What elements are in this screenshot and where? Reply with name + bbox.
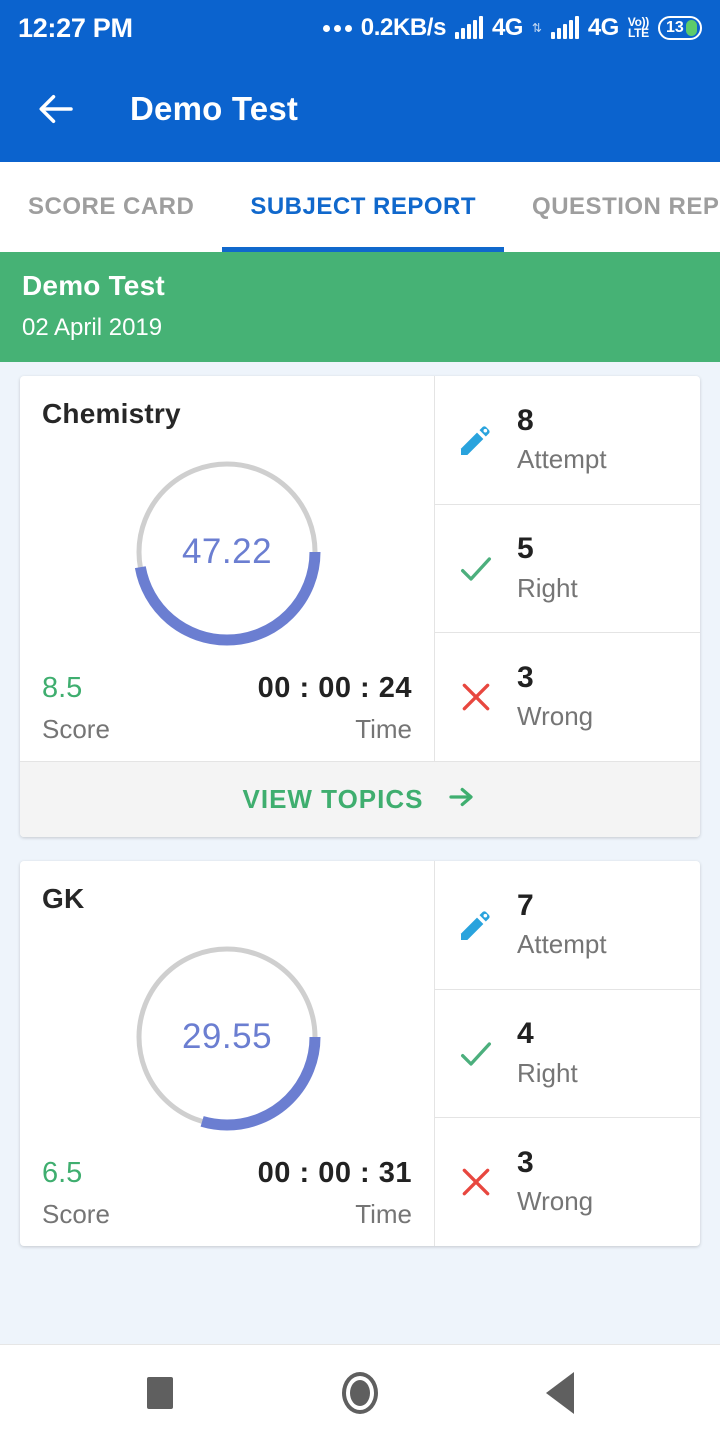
wrong-value: 3	[517, 1145, 534, 1179]
score-value: 6.5	[42, 1157, 83, 1189]
triangle-back-icon[interactable]	[530, 1363, 590, 1423]
percentage-donut-chart: 29.55	[127, 937, 327, 1137]
banner-test-name: Demo Test	[22, 270, 165, 301]
circle-home-icon[interactable]	[330, 1363, 390, 1423]
percentage-value: 47.22	[181, 532, 273, 571]
stat-row-wrong: 3 Wrong	[435, 633, 700, 761]
score-label: Score	[42, 714, 110, 744]
stat-text-right: 4 Right	[517, 1018, 578, 1089]
subject-card-summary: GK 29.55 6.5 Score 00: 00: 31 Time	[20, 861, 435, 1246]
score-label: Score	[42, 1199, 110, 1229]
tab-bar[interactable]: SCORE CARD SUBJECT REPORT QUESTION REPOR…	[0, 162, 720, 252]
status-bar-icons: 0.2KB/s 4G ⇅ 4G Vo)) LTE 13	[322, 14, 702, 42]
status-bar: 12:27 PM 0.2KB/s 4G ⇅ 4G Vo)) LTE 13	[0, 0, 720, 56]
right-value: 5	[517, 532, 534, 566]
attempt-value: 8	[517, 403, 534, 437]
signal-bars-sim1-icon	[455, 16, 484, 39]
stat-text-right: 5 Right	[517, 533, 578, 604]
percentage-value: 29.55	[181, 1017, 273, 1056]
right-value: 4	[517, 1017, 534, 1051]
subject-card-stats: 7 Attempt 4 Right 3 Wrong	[435, 861, 700, 1246]
pencil-icon	[453, 417, 499, 463]
check-icon	[453, 1031, 499, 1077]
wrong-value: 3	[517, 660, 534, 694]
subject-name: GK	[42, 883, 85, 914]
arrow-right-icon	[444, 782, 478, 817]
battery-fill	[686, 20, 697, 36]
check-icon	[453, 546, 499, 592]
time-label: Time	[355, 714, 412, 744]
cross-icon	[453, 1159, 499, 1205]
test-info-banner: Demo Test 02 April 2019	[0, 252, 720, 362]
score-donut-wrapper: 29.55	[42, 915, 412, 1147]
subject-card-summary: Chemistry 47.22 8.5 Score 00: 00: 24 T…	[20, 376, 435, 761]
network-type-sim1: 4G	[492, 14, 523, 41]
subject-card-body: Chemistry 47.22 8.5 Score 00: 00: 24 T…	[20, 376, 700, 761]
tab-question-report[interactable]: QUESTION REPORT	[504, 162, 720, 252]
network-speed-text: 0.2KB/s	[360, 14, 447, 41]
right-label: Right	[517, 572, 578, 603]
time-block: 00 : 00 : 24 Time	[258, 672, 412, 745]
right-label: Right	[517, 1057, 578, 1088]
volte-icon: Vo)) LTE	[627, 16, 650, 40]
phone-screen: 12:27 PM 0.2KB/s 4G ⇅ 4G Vo)) LTE 13 Dem…	[0, 0, 720, 1440]
cross-icon	[453, 674, 499, 720]
subject-cards-list[interactable]: Chemistry 47.22 8.5 Score 00: 00: 24 T…	[0, 362, 720, 1344]
subject-card-stats: 8 Attempt 5 Right 3 Wrong	[435, 376, 700, 761]
stat-row-attempt: 7 Attempt	[435, 861, 700, 990]
score-block: 8.5 Score	[42, 672, 110, 745]
battery-icon: 13	[658, 16, 702, 40]
stat-row-right: 4 Right	[435, 990, 700, 1119]
time-value: 00 : 00 : 31	[257, 1157, 412, 1189]
more-dots-icon	[322, 24, 352, 32]
square-recents-icon[interactable]	[130, 1363, 190, 1423]
banner-test-date: 02 April 2019	[22, 314, 163, 341]
attempt-label: Attempt	[517, 929, 607, 960]
score-value: 8.5	[42, 672, 83, 704]
score-time-row: 6.5 Score 00 : 00 : 31 Time	[42, 1147, 412, 1230]
wrong-label: Wrong	[517, 1186, 594, 1217]
page-title: Demo Test	[130, 90, 299, 127]
signal-bars-sim2-icon	[550, 16, 579, 39]
tab-subject-report[interactable]: SUBJECT REPORT	[222, 162, 504, 252]
attempt-label: Attempt	[517, 444, 607, 475]
pencil-icon	[453, 902, 499, 948]
score-donut-wrapper: 47.22	[42, 430, 412, 662]
volte-bottom-text: LTE	[627, 26, 649, 40]
time-value: 00 : 00 : 24	[257, 672, 412, 704]
back-arrow-icon[interactable]	[36, 88, 78, 130]
percentage-donut-chart: 47.22	[127, 452, 327, 652]
stat-text-attempt: 8 Attempt	[517, 405, 607, 476]
score-block: 6.5 Score	[42, 1157, 110, 1230]
network-type-sim2: 4G	[587, 14, 619, 41]
stat-row-right: 5 Right	[435, 505, 700, 634]
app-bar: Demo Test	[0, 56, 720, 162]
view-topics-button[interactable]: VIEW TOPICS	[20, 761, 700, 837]
attempt-value: 7	[517, 888, 534, 922]
stat-text-wrong: 3 Wrong	[517, 662, 593, 733]
tab-score-card[interactable]: SCORE CARD	[0, 162, 222, 252]
stat-row-wrong: 3 Wrong	[435, 1118, 700, 1246]
subject-card: Chemistry 47.22 8.5 Score 00: 00: 24 T…	[20, 376, 700, 837]
score-time-row: 8.5 Score 00 : 00 : 24 Time	[42, 662, 412, 745]
stat-text-attempt: 7 Attempt	[517, 890, 607, 961]
battery-level-text: 13	[666, 19, 684, 36]
stat-text-wrong: 3 Wrong	[517, 1147, 593, 1218]
data-transfer-icon: ⇅	[531, 21, 542, 35]
subject-card: GK 29.55 6.5 Score 00: 00: 31 Time 7 A…	[20, 861, 700, 1246]
view-topics-label: VIEW TOPICS	[242, 784, 424, 814]
status-clock: 12:27 PM	[18, 12, 133, 43]
android-nav-bar	[0, 1344, 720, 1440]
subject-card-body: GK 29.55 6.5 Score 00: 00: 31 Time 7 A…	[20, 861, 700, 1246]
wrong-label: Wrong	[517, 701, 594, 732]
time-label: Time	[355, 1199, 412, 1229]
time-block: 00 : 00 : 31 Time	[258, 1157, 412, 1230]
subject-name: Chemistry	[42, 398, 181, 429]
stat-row-attempt: 8 Attempt	[435, 376, 700, 505]
